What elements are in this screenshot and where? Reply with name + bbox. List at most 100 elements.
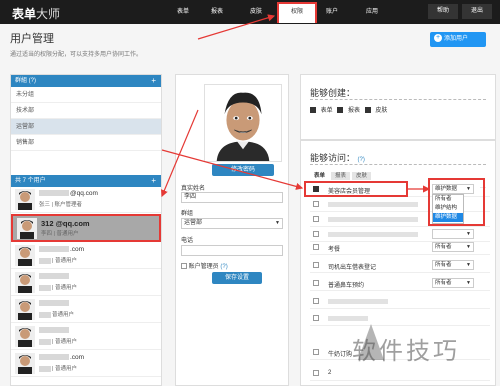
user-row[interactable]: .com | 普通用户 — [11, 243, 161, 269]
avatar — [15, 353, 35, 374]
access-row-label: 考餐 — [328, 247, 341, 253]
app-logo[interactable]: 表单大师 — [12, 5, 60, 22]
user-email — [39, 327, 70, 334]
phone-input[interactable] — [181, 245, 283, 256]
access-checkbox[interactable] — [313, 280, 319, 286]
create-permissions-title: 能够创建： — [310, 88, 356, 98]
change-password-button[interactable]: 修改密码 — [212, 164, 274, 176]
access-row[interactable]: 普通鼻车预约 所有者 ▼ — [310, 276, 490, 291]
add-user-button[interactable]: + 添加用户 — [430, 32, 486, 47]
user-role: | 普通用户 — [39, 364, 77, 372]
add-user-icon[interactable]: + — [151, 175, 156, 187]
plus-icon: + — [434, 34, 442, 43]
access-row-label: 2 — [328, 370, 332, 376]
group-select[interactable]: 运营部 ▼ — [181, 218, 283, 229]
group-item-operations[interactable]: 运营部 — [11, 119, 161, 135]
create-skin-checkbox[interactable] — [364, 107, 371, 114]
user-list-panel: 群組 (?) + 未分组 技术部 运营部 销售部 共 7 个用户 + @qq.c… — [10, 74, 162, 386]
group-item-tech[interactable]: 技术部 — [11, 103, 161, 119]
user-row[interactable]: | 普通用户 — [11, 324, 161, 350]
users-header: 共 7 个用户 + — [11, 175, 161, 187]
avatar — [15, 299, 35, 320]
access-checkbox[interactable] — [313, 244, 319, 250]
user-role: | 普通用户 — [39, 337, 77, 345]
user-role: | 普通用户 — [39, 283, 77, 291]
access-row-label: 司机出车借表登记 — [328, 265, 377, 271]
user-row[interactable]: @qq.com 张三 | 账户管理者 — [11, 187, 161, 213]
page-header: 用户管理 通过适当的权限分配，可以支持多用户协同工作。 — [10, 30, 142, 58]
create-report-checkbox[interactable] — [337, 107, 344, 114]
access-row[interactable]: 2 — [310, 366, 490, 381]
access-checkbox[interactable] — [313, 349, 319, 355]
user-avatar-large — [204, 84, 282, 162]
create-options: 表单 报表 皮肤 — [310, 105, 390, 114]
access-checkbox[interactable] — [313, 315, 319, 321]
access-checkbox[interactable] — [313, 216, 319, 222]
access-level-select[interactable]: 所有者 ▼ — [432, 242, 474, 252]
avatar — [15, 245, 35, 266]
user-row[interactable]: 普通用户 — [11, 297, 161, 323]
access-row-label: 牛奶订购 — [328, 352, 353, 358]
create-form-checkbox[interactable] — [310, 107, 316, 114]
watermark-text: 软件技巧 — [352, 337, 460, 365]
chevron-down-icon: ▼ — [466, 231, 471, 237]
group-label: 群组 — [181, 211, 194, 217]
access-checkbox[interactable] — [313, 201, 319, 207]
tab-forms[interactable]: 表单 — [310, 172, 330, 180]
avatar — [15, 326, 35, 347]
tab-skins[interactable]: 皮肤 — [352, 172, 372, 180]
chevron-down-icon: ▼ — [466, 280, 471, 286]
access-level-select[interactable]: 所有者 ▼ — [432, 260, 474, 270]
access-row[interactable]: 考餐 所有者 ▼ — [310, 240, 490, 255]
user-row-selected[interactable]: 312 @qq.com 李四 | 普通用户 — [11, 214, 161, 242]
chevron-down-icon: ▼ — [275, 220, 280, 226]
access-checkbox[interactable] — [313, 370, 319, 376]
avatar — [17, 218, 37, 239]
group-item-sales[interactable]: 销售部 — [11, 135, 161, 151]
access-permissions-title: 能够访问： (?) — [310, 153, 365, 163]
access-row[interactable] — [310, 294, 490, 309]
user-role: 李四 | 普通用户 — [41, 231, 79, 237]
save-settings-button[interactable]: 保存设置 — [212, 272, 262, 284]
help-button[interactable]: 帮助 — [428, 4, 458, 19]
account-admin-option[interactable]: 账户管理员 (?) — [181, 261, 228, 270]
user-role: | 普通用户 — [39, 256, 77, 264]
account-admin-checkbox[interactable] — [181, 263, 187, 270]
highlight-access-row — [304, 181, 408, 197]
access-checkbox[interactable] — [313, 262, 319, 268]
group-item-ungrouped[interactable]: 未分组 — [11, 87, 161, 103]
page-title: 用户管理 — [10, 33, 54, 45]
tab-reports[interactable]: 报表 — [331, 172, 351, 180]
user-role: 张三 | 账户管理者 — [39, 202, 82, 208]
real-name-label: 真实姓名 — [181, 186, 206, 192]
nav-item-account[interactable]: 账户 — [326, 6, 338, 15]
highlight-dropdown — [428, 178, 485, 226]
logout-button[interactable]: 退出 — [462, 4, 492, 19]
user-email — [39, 273, 70, 280]
access-row[interactable]: 司机出车借表登记 所有者 ▼ — [310, 258, 490, 273]
access-row[interactable] — [310, 311, 490, 326]
add-group-icon[interactable]: + — [151, 75, 156, 87]
avatar — [15, 272, 35, 293]
access-level-select[interactable]: 所有者 ▼ — [432, 278, 474, 288]
user-email: .com — [39, 246, 84, 253]
access-row-label: 普通鼻车预约 — [328, 283, 365, 289]
access-checkbox[interactable] — [313, 231, 319, 237]
access-level-select[interactable]: ▼ — [432, 229, 474, 239]
chevron-down-icon: ▼ — [466, 244, 471, 250]
nav-item-permissions[interactable]: 权限 — [277, 2, 317, 23]
access-tabs: 表单 报表 皮肤 — [310, 172, 373, 180]
access-checkbox[interactable] — [313, 298, 319, 304]
user-role: 普通用户 — [39, 310, 74, 318]
avatar — [15, 189, 35, 210]
user-row[interactable]: | 普通用户 — [11, 270, 161, 296]
page-subtitle: 通过适当的权限分配，可以支持多用户协同工作。 — [10, 52, 143, 58]
groups-header: 群組 (?) + — [11, 75, 161, 87]
user-row[interactable]: .com | 普通用户 — [11, 351, 161, 377]
user-email: .com — [39, 354, 84, 361]
nav-item-skins[interactable]: 皮肤 — [250, 6, 262, 15]
nav-item-apps[interactable]: 应用 — [366, 6, 378, 15]
nav-item-reports[interactable]: 报表 — [211, 6, 223, 15]
real-name-input[interactable]: 李四 — [181, 192, 283, 203]
nav-item-forms[interactable]: 表单 — [177, 6, 189, 15]
